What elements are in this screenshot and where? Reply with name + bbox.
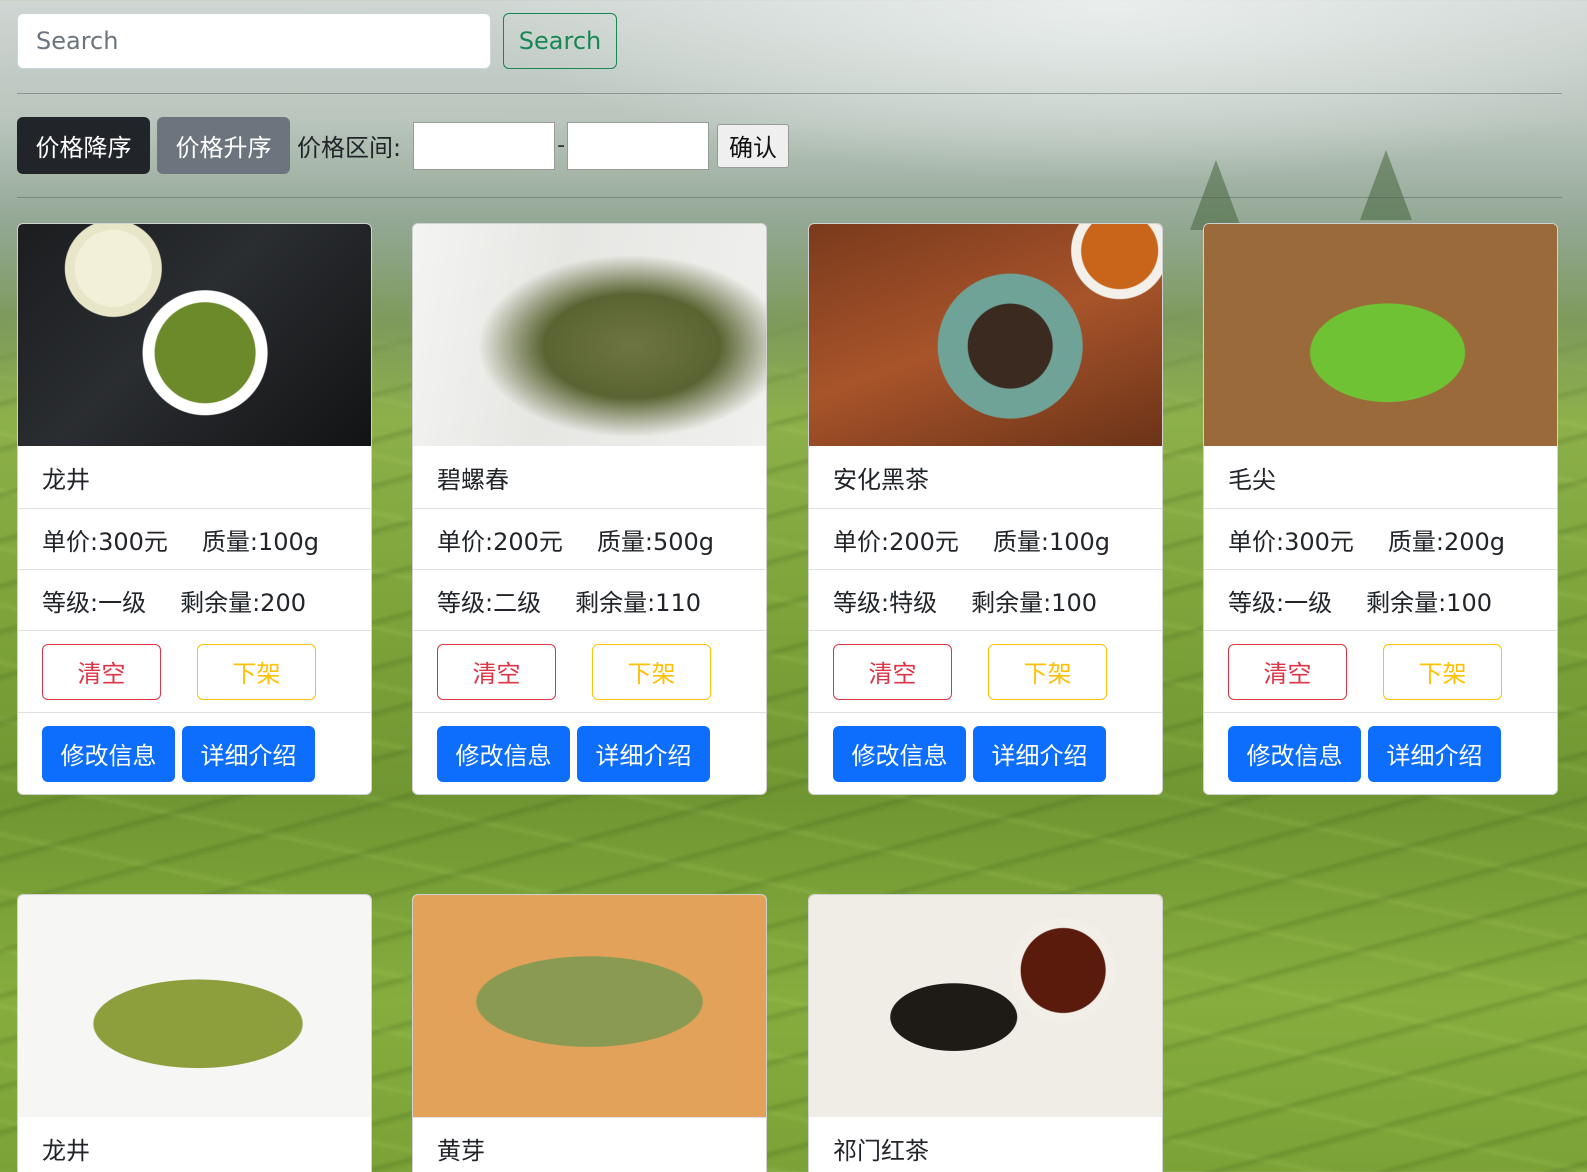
product-actions-row: 清空 下架 bbox=[413, 630, 766, 712]
product-price: 单价:200元 bbox=[833, 527, 959, 556]
price-min-input[interactable] bbox=[413, 121, 556, 170]
product-name: 龙井 bbox=[42, 465, 90, 494]
product-grade: 等级:一级 bbox=[42, 588, 147, 617]
product-image bbox=[809, 895, 1162, 1117]
product-weight: 质量:100g bbox=[992, 527, 1111, 556]
edit-info-button[interactable]: 修改信息 bbox=[833, 725, 966, 782]
product-price-weight-row: 单价:200元 质量:500g bbox=[413, 508, 766, 569]
edit-info-button[interactable]: 修改信息 bbox=[1228, 725, 1361, 782]
filter-bar: 价格降序 价格升序 价格区间: - 确认 bbox=[17, 117, 790, 174]
product-grade-stock-row: 等级:二级 剩余量:110 bbox=[413, 569, 766, 630]
product-card: 安化黑茶 单价:200元 质量:100g 等级:特级 剩余量:100 清空 下架… bbox=[808, 223, 1163, 795]
product-grade-stock-row: 等级:特级 剩余量:100 bbox=[809, 569, 1162, 630]
product-image bbox=[413, 224, 766, 446]
product-image bbox=[1204, 224, 1557, 446]
product-image bbox=[809, 224, 1162, 446]
product-weight: 质量:500g bbox=[596, 527, 715, 556]
clear-button[interactable]: 清空 bbox=[437, 643, 556, 700]
product-name: 碧螺春 bbox=[437, 465, 509, 494]
product-card: 碧螺春 单价:200元 质量:500g 等级:二级 剩余量:110 清空 下架 … bbox=[412, 223, 767, 795]
divider bbox=[17, 93, 1562, 94]
sort-price-desc-button[interactable]: 价格降序 bbox=[17, 117, 150, 174]
product-card: 毛尖 单价:300元 质量:200g 等级:一级 剩余量:100 清空 下架 修… bbox=[1203, 223, 1558, 795]
product-name: 龙井 bbox=[42, 1136, 90, 1165]
off-shelf-button[interactable]: 下架 bbox=[592, 643, 711, 700]
product-stock: 剩余量:100 bbox=[971, 588, 1097, 617]
off-shelf-button[interactable]: 下架 bbox=[197, 643, 316, 700]
product-image bbox=[413, 895, 766, 1117]
product-stock: 剩余量:110 bbox=[575, 588, 701, 617]
product-edit-row: 修改信息 详细介绍 bbox=[1204, 712, 1557, 794]
edit-info-button[interactable]: 修改信息 bbox=[42, 725, 175, 782]
product-card: 祁门红茶 bbox=[808, 894, 1163, 1172]
clear-button[interactable]: 清空 bbox=[1228, 643, 1347, 700]
background-tree bbox=[1360, 150, 1412, 220]
edit-info-button[interactable]: 修改信息 bbox=[437, 725, 570, 782]
product-price: 单价:200元 bbox=[437, 527, 563, 556]
product-grade-stock-row: 等级:一级 剩余量:200 bbox=[18, 569, 371, 630]
product-price-weight-row: 单价:300元 质量:200g bbox=[1204, 508, 1557, 569]
product-price: 单价:300元 bbox=[42, 527, 168, 556]
search-bar: Search bbox=[17, 13, 617, 69]
product-card: 龙井 bbox=[17, 894, 372, 1172]
product-actions-row: 清空 下架 bbox=[809, 630, 1162, 712]
product-edit-row: 修改信息 详细介绍 bbox=[809, 712, 1162, 794]
background-tree bbox=[1190, 160, 1242, 230]
product-price-weight-row: 单价:200元 质量:100g bbox=[809, 508, 1162, 569]
product-edit-row: 修改信息 详细介绍 bbox=[413, 712, 766, 794]
product-card: 龙井 单价:300元 质量:100g 等级:一级 剩余量:200 清空 下架 修… bbox=[17, 223, 372, 795]
price-range-confirm-button[interactable]: 确认 bbox=[717, 123, 790, 168]
product-edit-row: 修改信息 详细介绍 bbox=[18, 712, 371, 794]
product-weight: 质量:100g bbox=[201, 527, 320, 556]
clear-button[interactable]: 清空 bbox=[42, 643, 161, 700]
product-name: 黄芽 bbox=[413, 1117, 766, 1172]
product-grade: 等级:一级 bbox=[1228, 588, 1333, 617]
product-card: 黄芽 bbox=[412, 894, 767, 1172]
price-max-input[interactable] bbox=[567, 121, 710, 170]
off-shelf-button[interactable]: 下架 bbox=[1383, 643, 1502, 700]
price-range-label: 价格区间: bbox=[297, 134, 402, 162]
product-stock: 剩余量:200 bbox=[180, 588, 306, 617]
search-input[interactable] bbox=[17, 13, 491, 69]
sort-price-asc-button[interactable]: 价格升序 bbox=[157, 117, 290, 174]
detail-button[interactable]: 详细介绍 bbox=[577, 725, 710, 782]
detail-button[interactable]: 详细介绍 bbox=[973, 725, 1106, 782]
product-weight: 质量:200g bbox=[1387, 527, 1506, 556]
product-image bbox=[18, 224, 371, 446]
product-price: 单价:300元 bbox=[1228, 527, 1354, 556]
search-button[interactable]: Search bbox=[503, 13, 617, 69]
clear-button[interactable]: 清空 bbox=[833, 643, 952, 700]
product-grade: 等级:二级 bbox=[437, 588, 542, 617]
product-name: 安化黑茶 bbox=[833, 465, 929, 494]
product-actions-row: 清空 下架 bbox=[1204, 630, 1557, 712]
product-grade-stock-row: 等级:一级 剩余量:100 bbox=[1204, 569, 1557, 630]
product-name: 毛尖 bbox=[1228, 465, 1276, 494]
product-price-weight-row: 单价:300元 质量:100g bbox=[18, 508, 371, 569]
product-grade: 等级:特级 bbox=[833, 588, 938, 617]
detail-button[interactable]: 详细介绍 bbox=[1368, 725, 1501, 782]
price-range-separator: - bbox=[557, 133, 566, 158]
product-image bbox=[18, 895, 371, 1117]
product-name: 祁门红茶 bbox=[833, 1136, 929, 1165]
detail-button[interactable]: 详细介绍 bbox=[182, 725, 315, 782]
product-actions-row: 清空 下架 bbox=[18, 630, 371, 712]
divider bbox=[17, 197, 1562, 198]
off-shelf-button[interactable]: 下架 bbox=[988, 643, 1107, 700]
product-stock: 剩余量:100 bbox=[1366, 588, 1492, 617]
